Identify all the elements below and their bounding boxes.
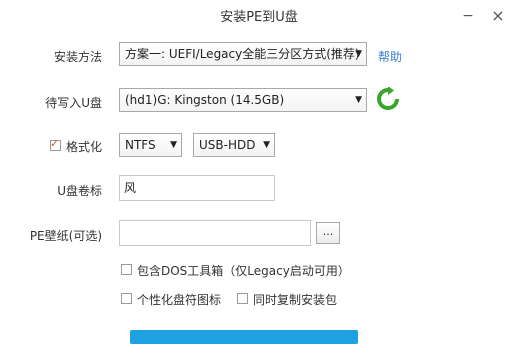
chevron-down-icon: ▼ bbox=[170, 140, 177, 150]
format-checkbox[interactable] bbox=[50, 137, 61, 151]
help-link[interactable]: 帮助 bbox=[378, 48, 402, 65]
wallpaper-path-input[interactable] bbox=[119, 220, 311, 246]
target-disk-label: 待写入U盘 bbox=[45, 96, 102, 110]
boot-mode-select[interactable]: USB-HDD ▼ bbox=[193, 133, 275, 157]
target-disk-value: (hd1)G: Kingston (14.5GB) bbox=[125, 93, 285, 107]
include-dos-checkbox[interactable] bbox=[121, 264, 132, 275]
install-method-label: 安装方法 bbox=[53, 50, 102, 64]
install-button[interactable] bbox=[130, 330, 358, 344]
target-disk-select[interactable]: (hd1)G: Kingston (14.5GB) ▼ bbox=[119, 88, 367, 112]
chevron-down-icon: ▼ bbox=[355, 95, 362, 105]
chevron-down-icon: ▼ bbox=[263, 140, 270, 150]
volume-label-label: U盘卷标 bbox=[57, 184, 102, 198]
title-bar: 安装PE到U盘 − × bbox=[0, 0, 518, 34]
window-title: 安装PE到U盘 bbox=[220, 10, 298, 25]
boot-mode-value: USB-HDD bbox=[199, 138, 256, 152]
copy-installer-checkbox[interactable] bbox=[237, 293, 248, 304]
volume-label-input[interactable]: 风 bbox=[119, 175, 275, 201]
minimize-button[interactable]: − bbox=[458, 6, 478, 26]
copy-installer-label: 同时复制安装包 bbox=[253, 293, 338, 307]
chevron-down-icon: ▼ bbox=[355, 49, 362, 59]
close-button[interactable]: × bbox=[488, 6, 508, 26]
browse-button[interactable]: ... bbox=[316, 222, 340, 244]
wallpaper-label: PE壁纸(可选) bbox=[29, 229, 102, 243]
filesystem-value: NTFS bbox=[125, 138, 156, 152]
filesystem-select[interactable]: NTFS ▼ bbox=[119, 133, 182, 157]
format-label: 格式化 bbox=[66, 140, 103, 154]
personalize-icon-checkbox[interactable] bbox=[121, 293, 132, 304]
install-method-value: 方案一: UEFI/Legacy全能三分区方式(推荐) bbox=[125, 47, 360, 61]
include-dos-label: 包含DOS工具箱（仅Legacy启动可用） bbox=[137, 264, 350, 278]
refresh-icon[interactable] bbox=[376, 87, 400, 111]
personalize-icon-label: 个性化盘符图标 bbox=[137, 293, 222, 307]
install-method-select[interactable]: 方案一: UEFI/Legacy全能三分区方式(推荐) ▼ bbox=[119, 42, 367, 66]
